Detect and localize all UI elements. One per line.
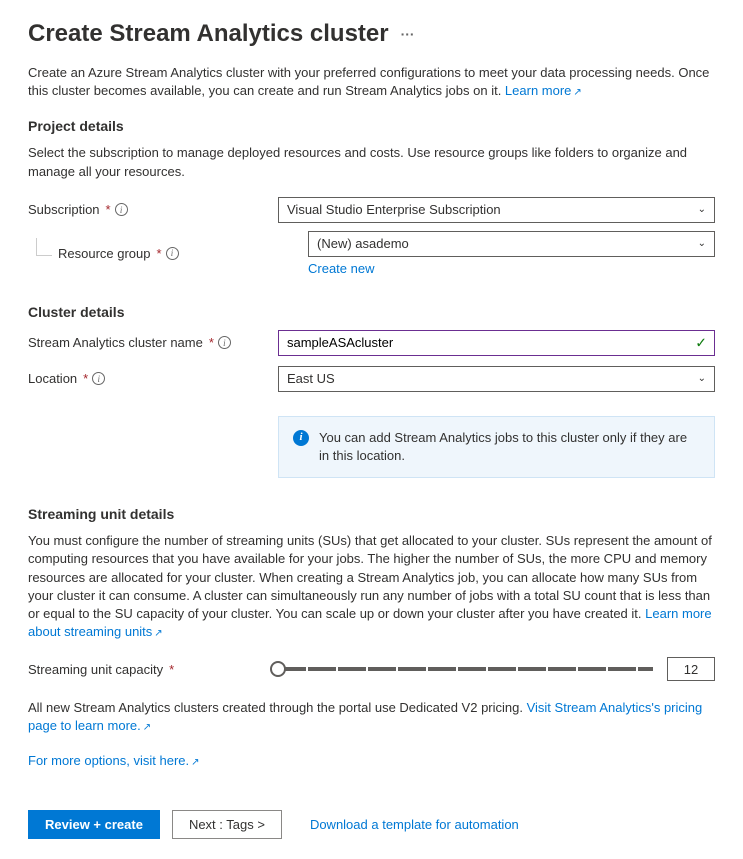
indent-line [36, 238, 52, 256]
next-tags-button[interactable]: Next : Tags > [172, 810, 282, 839]
capacity-label: Streaming unit capacity [28, 662, 163, 677]
chevron-down-icon: ⌄ [698, 238, 706, 249]
check-icon: ✓ [695, 334, 707, 351]
info-icon[interactable]: i [166, 247, 179, 260]
download-template-link[interactable]: Download a template for automation [310, 817, 519, 832]
learn-more-link[interactable]: Learn more↗ [505, 83, 582, 98]
capacity-value-input[interactable]: 12 [667, 657, 715, 681]
subscription-label: Subscription [28, 202, 100, 217]
capacity-slider[interactable] [278, 667, 653, 671]
cluster-details-heading: Cluster details [28, 304, 715, 320]
cluster-name-input[interactable] [278, 330, 715, 356]
required-indicator: * [83, 371, 88, 386]
location-label: Location [28, 371, 77, 386]
slider-thumb[interactable] [270, 661, 286, 677]
required-indicator: * [106, 202, 111, 217]
create-new-link[interactable]: Create new [308, 261, 374, 276]
info-icon[interactable]: i [218, 336, 231, 349]
intro-text: Create an Azure Stream Analytics cluster… [28, 64, 715, 100]
external-link-icon: ↗ [191, 756, 199, 770]
external-link-icon: ↗ [143, 721, 151, 735]
more-options-link[interactable]: For more options, visit here.↗ [28, 753, 200, 768]
external-link-icon: ↗ [154, 627, 162, 641]
subscription-select[interactable]: Visual Studio Enterprise Subscription ⌄ [278, 197, 715, 223]
resource-group-select[interactable]: (New) asademo ⌄ [308, 231, 715, 257]
project-details-heading: Project details [28, 118, 715, 134]
resource-group-label: Resource group [58, 246, 151, 261]
review-create-button[interactable]: Review + create [28, 810, 160, 839]
required-indicator: * [209, 335, 214, 350]
page-title: Create Stream Analytics cluster [28, 20, 389, 48]
info-icon[interactable]: i [115, 203, 128, 216]
info-circle-icon: i [293, 430, 309, 446]
cluster-name-label: Stream Analytics cluster name [28, 335, 203, 350]
more-menu-icon[interactable]: ··· [401, 26, 415, 42]
info-icon[interactable]: i [92, 372, 105, 385]
external-link-icon: ↗ [573, 86, 581, 100]
project-details-desc: Select the subscription to manage deploy… [28, 144, 715, 180]
streaming-unit-heading: Streaming unit details [28, 506, 715, 522]
streaming-unit-desc: You must configure the number of streami… [28, 532, 715, 641]
chevron-down-icon: ⌄ [698, 204, 706, 215]
required-indicator: * [157, 246, 162, 261]
location-select[interactable]: East US ⌄ [278, 366, 715, 392]
pricing-text: All new Stream Analytics clusters create… [28, 699, 715, 735]
location-info-box: i You can add Stream Analytics jobs to t… [278, 416, 715, 478]
chevron-down-icon: ⌄ [698, 373, 706, 384]
required-indicator: * [169, 662, 174, 677]
